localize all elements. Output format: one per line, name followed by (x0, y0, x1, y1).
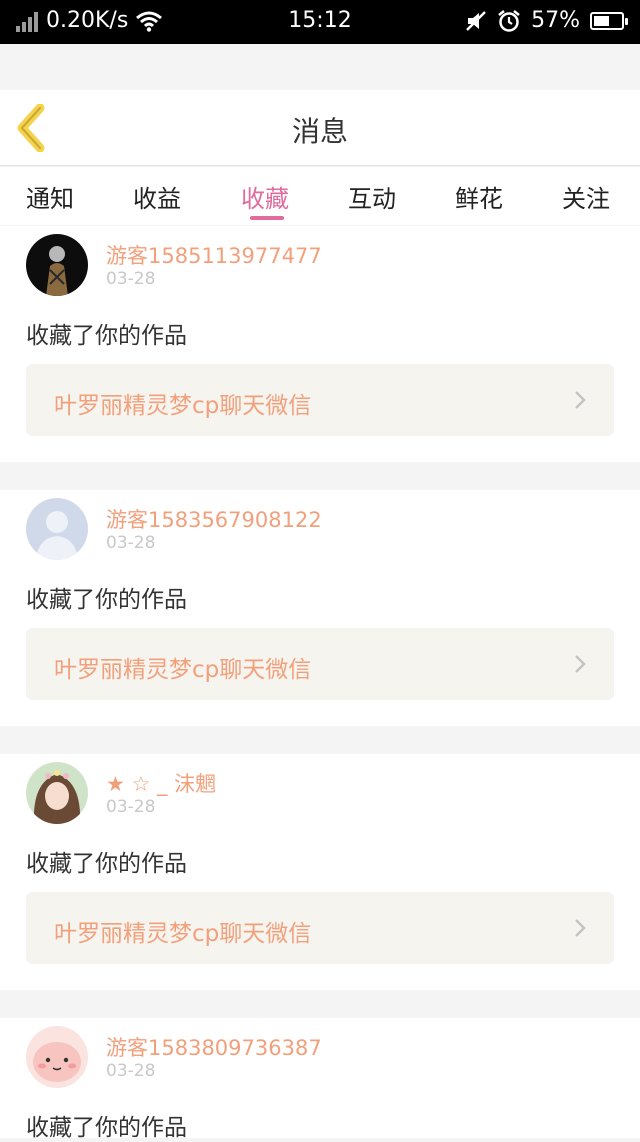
pink-cartoon-avatar[interactable] (26, 1026, 88, 1088)
status-bar: 0.20K/s 15:12 57% (0, 0, 640, 44)
username[interactable]: 游客1583567908122 (106, 504, 322, 534)
battery-icon (590, 11, 628, 30)
action-text: 收藏了你的作品 (26, 323, 187, 349)
default-person-avatar[interactable] (26, 498, 88, 560)
message-card: 游客1583567908122 03-28 收藏了你的作品 叶罗丽精灵梦cp聊天… (0, 490, 640, 726)
active-tab-indicator (250, 216, 284, 220)
tab-bar: 通知 收益 收藏 互动 鲜花 关注 (0, 167, 640, 225)
chevron-right-icon (575, 919, 586, 937)
tab-earnings[interactable]: 收益 (133, 179, 181, 214)
message-card: 游客1585113977477 03-28 收藏了你的作品 叶罗丽精灵梦cp聊天… (0, 226, 640, 462)
chevron-right-icon (575, 655, 586, 673)
battery-percent: 57% (531, 8, 580, 33)
work-link[interactable]: 叶罗丽精灵梦cp聊天微信 (26, 892, 614, 964)
tab-interactions[interactable]: 互动 (348, 179, 396, 214)
chevron-right-icon (575, 391, 586, 409)
username[interactable]: 游客1583809736387 (106, 1032, 322, 1062)
message-card: ★ ☆ _ 沫魍 03-28 收藏了你的作品 叶罗丽精灵梦cp聊天微信 (0, 754, 640, 990)
tab-favorites[interactable]: 收藏 (241, 179, 289, 214)
page-title: 消息 (291, 115, 348, 148)
action-text: 收藏了你的作品 (26, 1115, 187, 1141)
message-date: 03-28 (106, 269, 156, 289)
work-title: 叶罗丽精灵梦cp聊天微信 (54, 657, 312, 683)
work-title: 叶罗丽精灵梦cp聊天微信 (54, 921, 312, 947)
dark-photo-avatar[interactable] (26, 234, 88, 296)
tab-follows[interactable]: 关注 (562, 179, 610, 214)
tab-notifications[interactable]: 通知 (26, 179, 74, 214)
message-date: 03-28 (106, 1061, 156, 1081)
message-card: 游客1583809736387 03-28 收藏了你的作品 (0, 1018, 640, 1141)
work-link[interactable]: 叶罗丽精灵梦cp聊天微信 (26, 364, 614, 436)
nav-bar: 消息 (0, 90, 640, 166)
work-link[interactable]: 叶罗丽精灵梦cp聊天微信 (26, 628, 614, 700)
message-date: 03-28 (106, 797, 156, 817)
username[interactable]: ★ ☆ _ 沫魍 (106, 768, 216, 798)
alarm-icon (498, 9, 520, 32)
username[interactable]: 游客1585113977477 (106, 240, 322, 270)
message-date: 03-28 (106, 533, 156, 553)
work-title: 叶罗丽精灵梦cp聊天微信 (54, 393, 312, 419)
action-text: 收藏了你的作品 (26, 851, 187, 877)
mute-icon (466, 10, 486, 31)
girl-photo-avatar[interactable] (26, 762, 88, 824)
action-text: 收藏了你的作品 (26, 587, 187, 613)
tab-flowers[interactable]: 鲜花 (455, 179, 503, 214)
